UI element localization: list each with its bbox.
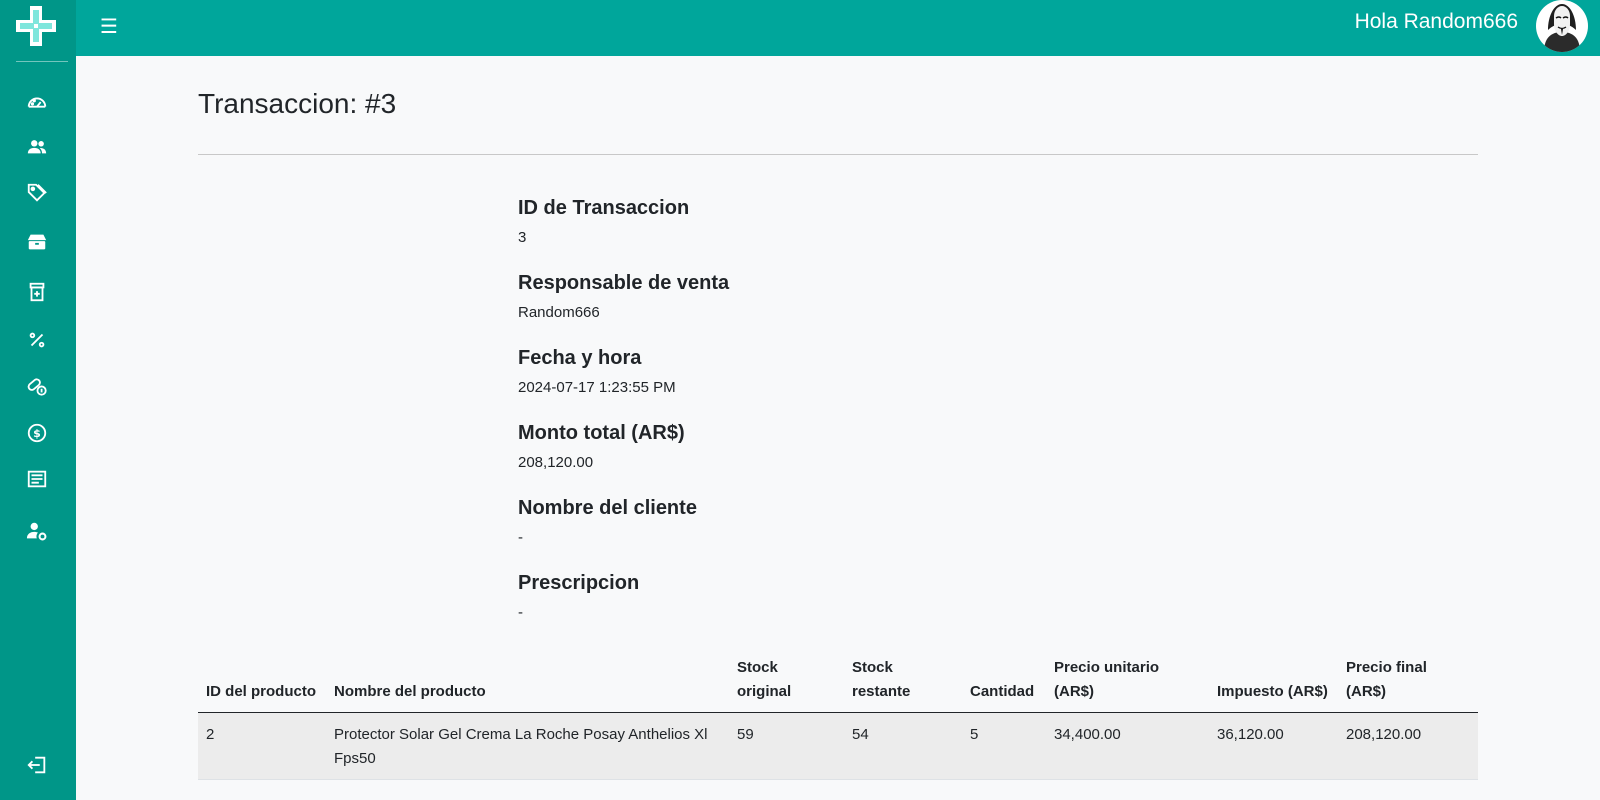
hamburger-menu-icon[interactable]: ☰ [96, 14, 122, 40]
table-cell: 5 [962, 712, 1046, 780]
tags-icon[interactable] [24, 180, 50, 206]
user-greeting: Hola Random666 [1354, 10, 1518, 33]
table-cell: Protector Solar Gel Crema La Roche Posay… [326, 712, 729, 780]
sidebar: $ [0, 0, 76, 800]
pharmacy-cross-logo[interactable] [16, 6, 56, 46]
detail-label: Fecha y hora [518, 347, 642, 369]
table-cell: 36,120.00 [1209, 712, 1338, 780]
detail-value: Random666 [518, 304, 600, 321]
products-table: ID del producto Nombre del producto Stoc… [198, 652, 1478, 780]
detail-total: Monto total (AR$) 208,120.00 [518, 421, 1118, 473]
dashboard-icon[interactable] [24, 90, 50, 116]
detail-label: Prescripcion [518, 572, 640, 594]
detail-value: 208,120.00 [518, 454, 594, 471]
detail-label: Nombre del cliente [518, 497, 697, 519]
dollar-icon[interactable]: $ [24, 420, 50, 446]
top-navbar: ☰ Hola Random666 [76, 0, 1600, 56]
page-title: Transaccion: #3 [198, 88, 397, 119]
column-header: Cantidad [962, 652, 1046, 713]
receipt-icon[interactable] [24, 466, 50, 492]
detail-date: Fecha y hora 2024-07-17 1:23:55 PM [518, 346, 1118, 398]
detail-value: - [518, 604, 523, 621]
table-header-row: ID del producto Nombre del producto Stoc… [198, 652, 1478, 713]
column-header: Stock restante [844, 652, 962, 713]
user-settings-icon[interactable] [24, 518, 50, 544]
detail-label: ID de Transaccion [518, 197, 690, 219]
detail-value: 3 [518, 229, 527, 246]
column-header: Impuesto (AR$) [1209, 652, 1338, 713]
percent-icon[interactable] [24, 327, 50, 353]
pills-info-icon[interactable] [24, 373, 50, 399]
column-header: Precio unitario (AR$) [1046, 652, 1209, 713]
table-cell: 34,400.00 [1046, 712, 1209, 780]
detail-seller: Responsable de venta Random666 [518, 271, 1118, 323]
column-header: Stock original [729, 652, 844, 713]
title-divider [198, 154, 1478, 155]
avatar[interactable] [1536, 0, 1588, 52]
detail-value: - [518, 529, 523, 546]
svg-text:$: $ [33, 427, 41, 440]
table-row: 2 Protector Solar Gel Crema La Roche Pos… [198, 712, 1478, 780]
medicine-icon[interactable] [24, 279, 50, 305]
column-header: ID del producto [198, 652, 326, 713]
detail-transaction-id: ID de Transaccion 3 [518, 196, 1118, 248]
detail-client: Nombre del cliente - [518, 496, 1118, 548]
table-cell: 2 [198, 712, 326, 780]
table-cell: 208,120.00 [1338, 712, 1478, 780]
inventory-icon[interactable] [24, 229, 50, 255]
sidebar-divider [16, 61, 68, 62]
users-icon[interactable] [24, 134, 50, 160]
table-cell: 59 [729, 712, 844, 780]
logout-icon[interactable] [24, 752, 50, 778]
detail-label: Responsable de venta [518, 272, 730, 294]
detail-value: 2024-07-17 1:23:55 PM [518, 379, 676, 396]
detail-prescription: Prescripcion - [518, 571, 1118, 623]
column-header: Nombre del producto [326, 652, 729, 713]
detail-label: Monto total (AR$) [518, 422, 685, 444]
table-cell: 54 [844, 712, 962, 780]
column-header: Precio final (AR$) [1338, 652, 1478, 713]
